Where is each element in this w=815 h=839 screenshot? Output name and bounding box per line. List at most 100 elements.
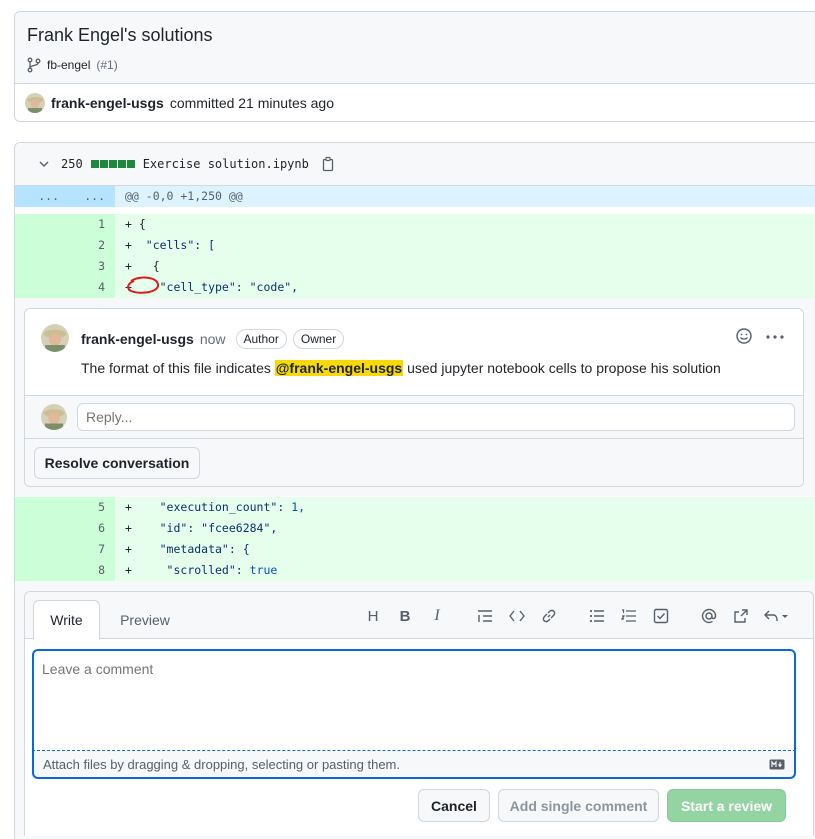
- line-prefix: +: [125, 563, 167, 577]
- line-code: "cell_type": "code",: [159, 280, 299, 294]
- comment-header: frank-engel-usgs now Author Owner: [81, 329, 345, 349]
- line-code: "cells": [: [145, 238, 216, 252]
- markdown-icon[interactable]: [769, 759, 785, 770]
- diff-line: 7 + "metadata": {: [15, 539, 815, 560]
- quote-icon[interactable]: [473, 604, 497, 628]
- add-single-comment-button[interactable]: Add single comment: [498, 789, 659, 822]
- line-number[interactable]: 2: [65, 235, 105, 256]
- line-code: "execution_count":: [159, 500, 292, 514]
- comment-textarea[interactable]: [32, 649, 796, 751]
- hunk-header: ... ... @@ -0,0 +1,250 @@: [15, 186, 815, 207]
- resolve-row: Resolve conversation: [25, 439, 803, 486]
- line-number[interactable]: 1: [65, 214, 105, 235]
- commit-meta: frank-engel-usgs committed 21 minutes ag…: [15, 84, 815, 121]
- commit-author[interactable]: frank-engel-usgs: [51, 95, 164, 111]
- line-prefix: +: [125, 259, 153, 273]
- pr-number[interactable]: (#1): [96, 58, 117, 72]
- branch-link[interactable]: fb-engel: [47, 58, 90, 72]
- comment-body: The format of this file indicates @frank…: [81, 360, 721, 376]
- comment-author[interactable]: frank-engel-usgs: [81, 331, 194, 347]
- line-number[interactable]: 5: [65, 497, 105, 518]
- change-count: 250: [61, 157, 83, 171]
- line-prefix: +: [125, 542, 160, 556]
- diffstat-bar: [90, 160, 135, 168]
- bold-icon[interactable]: B: [393, 604, 417, 628]
- commit-title-section: Frank Engel's solutions fb-engel (#1): [15, 12, 815, 84]
- comment-thread: frank-engel-usgs now Author Owner The fo…: [24, 308, 804, 487]
- author-badge: Author: [235, 329, 287, 349]
- heading-icon[interactable]: H: [361, 604, 385, 628]
- formatting-toolbar: H B I: [361, 604, 793, 628]
- line-code: {: [152, 259, 160, 273]
- comment: frank-engel-usgs now Author Owner The fo…: [25, 309, 803, 395]
- diff-line: 8 + "scrolled": true: [15, 560, 815, 581]
- smiley-icon[interactable]: [735, 327, 753, 345]
- cancel-button[interactable]: Cancel: [418, 789, 490, 822]
- avatar: [41, 404, 67, 430]
- line-code: "metadata": {: [159, 542, 250, 556]
- hunk-text: @@ -0,0 +1,250 @@: [125, 189, 243, 203]
- branch-row: fb-engel (#1): [27, 57, 815, 73]
- kebab-menu-icon[interactable]: [765, 334, 785, 340]
- reply-input[interactable]: [77, 403, 795, 431]
- owner-badge: Owner: [292, 329, 345, 349]
- mention-icon[interactable]: [697, 604, 721, 628]
- cross-reference-icon[interactable]: [729, 604, 753, 628]
- attach-hint: Attach files by dragging & dropping, sel…: [43, 756, 400, 772]
- comment-text: used jupyter notebook cells to propose h…: [407, 360, 721, 376]
- diff-line: 1 + {: [15, 214, 815, 235]
- thread-container: frank-engel-usgs now Author Owner The fo…: [15, 298, 815, 496]
- chevron-down-icon[interactable]: [37, 157, 51, 171]
- diff-file: 250 Exercise solution.ipynb ... ... @@ -…: [14, 142, 815, 839]
- avatar[interactable]: [41, 324, 69, 352]
- composer-container: Write Preview H B I Leave a comment Atta…: [15, 581, 815, 839]
- diff-line: 6 + "id": "fcee6284",: [15, 518, 815, 539]
- line-number[interactable]: 4: [65, 277, 105, 298]
- line-value: true: [249, 563, 278, 577]
- red-annotation-circle: [127, 276, 160, 294]
- link-icon[interactable]: [537, 604, 561, 628]
- line-code: {: [138, 217, 146, 231]
- line-number[interactable]: 8: [65, 560, 105, 581]
- file-name[interactable]: Exercise solution.ipynb: [143, 157, 309, 171]
- task-list-icon[interactable]: [649, 604, 673, 628]
- line-prefix: +: [125, 238, 146, 252]
- line-code: "scrolled":: [166, 563, 250, 577]
- expand-up[interactable]: ...: [15, 186, 59, 207]
- line-prefix: +: [125, 217, 139, 231]
- line-code: "id": "fcee6284",: [159, 521, 278, 535]
- tab-write[interactable]: Write: [33, 600, 100, 640]
- diff-line: 5 + "execution_count": 1,: [15, 497, 815, 518]
- reply-dropdown-icon[interactable]: [761, 604, 793, 628]
- line-prefix: +: [125, 521, 160, 535]
- user-mention[interactable]: @frank-engel-usgs: [274, 360, 404, 376]
- avatar[interactable]: [25, 93, 45, 113]
- branch-icon: [27, 57, 41, 73]
- tab-preview[interactable]: Preview: [110, 600, 180, 640]
- line-prefix: +: [125, 500, 160, 514]
- expand-down[interactable]: ...: [65, 186, 105, 207]
- line-value: 1,: [291, 500, 306, 514]
- diff-line: 4 + "cell_type": "code",: [15, 276, 815, 298]
- italic-icon[interactable]: I: [425, 604, 449, 628]
- unordered-list-icon[interactable]: [585, 604, 609, 628]
- comment-text: The format of this file indicates: [81, 360, 271, 376]
- commit-title: Frank Engel's solutions: [27, 25, 213, 45]
- file-header: 250 Exercise solution.ipynb: [15, 143, 815, 186]
- ordered-list-icon[interactable]: [617, 604, 641, 628]
- line-number[interactable]: 3: [65, 256, 105, 277]
- attach-bar[interactable]: Attach files by dragging & dropping, sel…: [32, 751, 796, 779]
- reply-row: [25, 395, 803, 439]
- copy-icon[interactable]: [321, 156, 335, 172]
- start-review-button[interactable]: Start a review: [667, 789, 786, 822]
- resolve-conversation-button[interactable]: Resolve conversation: [34, 447, 200, 479]
- commit-time: committed 21 minutes ago: [169, 95, 335, 111]
- diff-line: 3 + {: [15, 256, 815, 277]
- comment-time[interactable]: now: [200, 331, 226, 347]
- line-number[interactable]: 7: [65, 539, 105, 560]
- comment-composer: Write Preview H B I Leave a comment Atta…: [24, 591, 814, 836]
- line-number[interactable]: 6: [65, 518, 105, 539]
- diff-line: 2 + "cells": [: [15, 235, 815, 256]
- code-icon[interactable]: [505, 604, 529, 628]
- commit-header: Frank Engel's solutions fb-engel (#1) fr…: [14, 11, 815, 122]
